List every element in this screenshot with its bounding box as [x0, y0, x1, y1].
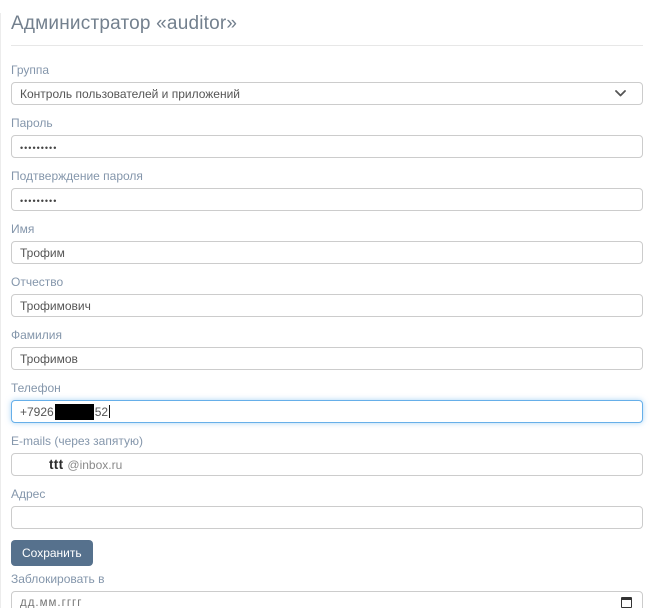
first-name-input[interactable] — [11, 241, 643, 264]
phone-label: Телефон — [11, 381, 61, 395]
first-name-field: Имя — [11, 222, 643, 264]
password-label: Пароль — [11, 116, 53, 130]
password-confirm-input[interactable] — [11, 188, 643, 211]
save-row: Сохранить — [11, 540, 643, 566]
last-name-input[interactable] — [11, 347, 643, 370]
password-confirm-label: Подтверждение пароля — [11, 169, 143, 183]
middle-name-input[interactable] — [11, 294, 643, 317]
email-domain-part: @inbox.ru — [67, 457, 123, 472]
group-label: Группа — [11, 63, 50, 77]
title-divider — [11, 45, 643, 46]
password-confirm-field: Подтверждение пароля — [11, 169, 643, 211]
password-field: Пароль — [11, 116, 643, 158]
phone-value-prefix: +7926 — [20, 404, 54, 419]
group-select[interactable]: Контроль пользователей и приложений — [11, 82, 643, 105]
redaction-box — [54, 403, 94, 420]
text-caret — [109, 405, 111, 418]
email-local-part: ttt — [49, 457, 64, 472]
save-button[interactable]: Сохранить — [11, 540, 93, 566]
emails-input[interactable]: ttt @inbox.ru — [11, 453, 643, 476]
phone-value-suffix: 52 — [94, 404, 109, 419]
emails-label: E-mails (через запятую) — [11, 434, 143, 448]
block-at-field: Заблокировать в дд.мм.гггг — [11, 572, 643, 608]
last-name-field: Фамилия — [11, 328, 643, 370]
first-name-label: Имя — [11, 222, 35, 236]
password-input[interactable] — [11, 135, 643, 158]
emails-field: E-mails (через запятую) ttt @inbox.ru — [11, 434, 643, 476]
calendar-icon[interactable] — [621, 597, 632, 608]
address-label: Адрес — [11, 487, 46, 501]
page-title: Администратор «auditor» — [11, 13, 238, 34]
block-at-date-input[interactable]: дд.мм.гггг — [11, 591, 643, 608]
middle-name-label: Отчество — [11, 275, 64, 289]
phone-input[interactable]: +7926 52 — [11, 400, 643, 423]
chevron-down-icon — [615, 90, 626, 97]
group-field: Группа Контроль пользователей и приложен… — [11, 63, 643, 105]
admin-edit-page: Администратор «auditor» Группа Контроль … — [1, 13, 653, 608]
date-placeholder: дд.мм.гггг — [20, 596, 83, 608]
block-at-label: Заблокировать в — [11, 572, 105, 586]
middle-name-field: Отчество — [11, 275, 643, 317]
group-select-value: Контроль пользователей и приложений — [20, 86, 240, 101]
address-field: Адрес — [11, 487, 643, 529]
last-name-label: Фамилия — [11, 328, 62, 342]
phone-field: Телефон +7926 52 — [11, 381, 643, 423]
address-input[interactable] — [11, 506, 643, 529]
